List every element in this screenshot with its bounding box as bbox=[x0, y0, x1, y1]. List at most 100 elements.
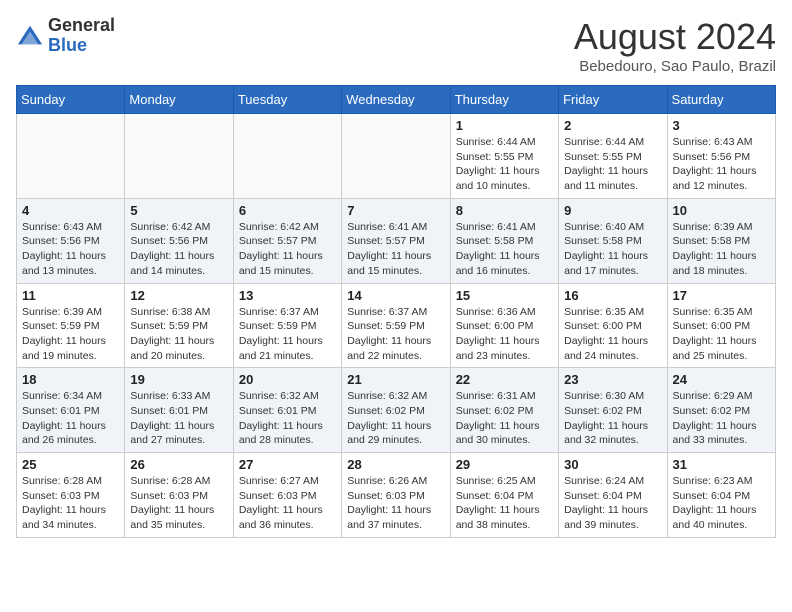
header-tuesday: Tuesday bbox=[233, 86, 341, 114]
calendar-cell: 11Sunrise: 6:39 AM Sunset: 5:59 PM Dayli… bbox=[17, 283, 125, 368]
cell-text: Sunrise: 6:25 AM Sunset: 6:04 PM Dayligh… bbox=[456, 474, 553, 533]
calendar-cell: 9 Sunrise: 6:40 AM Sunset: 5:58 PM Daylig… bbox=[559, 198, 667, 283]
calendar-cell: 25 Sunrise: 6:28 AM Sunset: 6:03 PM Dayli… bbox=[17, 453, 125, 538]
day-number: 17 bbox=[673, 288, 770, 303]
day-number: 22 bbox=[456, 372, 553, 387]
day-number: 4 bbox=[22, 203, 119, 218]
calendar-week-row: 4 Sunrise: 6:43 AM Sunset: 5:56 PM Daylig… bbox=[17, 198, 776, 283]
logo-general: General bbox=[48, 16, 115, 36]
cell-text: Sunrise: 6:43 AM Sunset: 5:56 PM Dayligh… bbox=[22, 220, 119, 279]
day-number: 1 bbox=[456, 118, 553, 133]
calendar-cell: 30 Sunrise: 6:24 AM Sunset: 6:04 PM Dayli… bbox=[559, 453, 667, 538]
calendar-cell: 26 Sunrise: 6:28 AM Sunset: 6:03 PM Dayli… bbox=[125, 453, 233, 538]
calendar-cell: 29 Sunrise: 6:25 AM Sunset: 6:04 PM Dayli… bbox=[450, 453, 558, 538]
calendar-cell: 8Sunrise: 6:41 AM Sunset: 5:58 PM Daylig… bbox=[450, 198, 558, 283]
calendar-cell: 16 Sunrise: 6:35 AM Sunset: 6:00 PM Dayli… bbox=[559, 283, 667, 368]
cell-text: Sunrise: 6:32 AM Sunset: 6:01 PM Dayligh… bbox=[239, 389, 336, 448]
cell-text: Sunrise: 6:44 AM Sunset: 5:55 PM Dayligh… bbox=[456, 135, 553, 194]
cell-text: Sunrise: 6:43 AM Sunset: 5:56 PM Dayligh… bbox=[673, 135, 770, 194]
calendar-cell: 17 Sunrise: 6:35 AM Sunset: 6:00 PM Dayli… bbox=[667, 283, 775, 368]
calendar-week-row: 18 Sunrise: 6:34 AM Sunset: 6:01 PM Dayli… bbox=[17, 368, 776, 453]
calendar-header-row: SundayMondayTuesdayWednesdayThursdayFrid… bbox=[17, 86, 776, 114]
header-thursday: Thursday bbox=[450, 86, 558, 114]
logo-blue-text: Blue bbox=[48, 36, 115, 56]
calendar-cell: 6Sunrise: 6:42 AM Sunset: 5:57 PM Daylig… bbox=[233, 198, 341, 283]
cell-text: Sunrise: 6:33 AM Sunset: 6:01 PM Dayligh… bbox=[130, 389, 227, 448]
day-number: 14 bbox=[347, 288, 444, 303]
cell-text: Sunrise: 6:44 AM Sunset: 5:55 PM Dayligh… bbox=[564, 135, 661, 194]
calendar-cell: 2 Sunrise: 6:44 AM Sunset: 5:55 PM Daylig… bbox=[559, 114, 667, 199]
day-number: 25 bbox=[22, 457, 119, 472]
cell-text: Sunrise: 6:37 AM Sunset: 5:59 PM Dayligh… bbox=[347, 305, 444, 364]
day-number: 2 bbox=[564, 118, 661, 133]
calendar-cell: 19 Sunrise: 6:33 AM Sunset: 6:01 PM Dayli… bbox=[125, 368, 233, 453]
calendar-cell: 21 Sunrise: 6:32 AM Sunset: 6:02 PM Dayli… bbox=[342, 368, 450, 453]
cell-text: Sunrise: 6:34 AM Sunset: 6:01 PM Dayligh… bbox=[22, 389, 119, 448]
day-number: 10 bbox=[673, 203, 770, 218]
cell-text: Sunrise: 6:39 AM Sunset: 5:58 PM Dayligh… bbox=[673, 220, 770, 279]
header-saturday: Saturday bbox=[667, 86, 775, 114]
day-number: 21 bbox=[347, 372, 444, 387]
cell-text: Sunrise: 6:26 AM Sunset: 6:03 PM Dayligh… bbox=[347, 474, 444, 533]
day-number: 30 bbox=[564, 457, 661, 472]
calendar-cell: 15 Sunrise: 6:36 AM Sunset: 6:00 PM Dayli… bbox=[450, 283, 558, 368]
calendar-cell: 24Sunrise: 6:29 AM Sunset: 6:02 PM Dayli… bbox=[667, 368, 775, 453]
day-number: 24 bbox=[673, 372, 770, 387]
cell-text: Sunrise: 6:40 AM Sunset: 5:58 PM Dayligh… bbox=[564, 220, 661, 279]
day-number: 18 bbox=[22, 372, 119, 387]
cell-text: Sunrise: 6:32 AM Sunset: 6:02 PM Dayligh… bbox=[347, 389, 444, 448]
cell-text: Sunrise: 6:36 AM Sunset: 6:00 PM Dayligh… bbox=[456, 305, 553, 364]
header-wednesday: Wednesday bbox=[342, 86, 450, 114]
title-block: August 2024 Bebedouro, Sao Paulo, Brazil bbox=[574, 16, 776, 75]
day-number: 8 bbox=[456, 203, 553, 218]
calendar-week-row: 11Sunrise: 6:39 AM Sunset: 5:59 PM Dayli… bbox=[17, 283, 776, 368]
page-header: General Blue August 2024 Bebedouro, Sao … bbox=[16, 16, 776, 75]
day-number: 3 bbox=[673, 118, 770, 133]
day-number: 12 bbox=[130, 288, 227, 303]
calendar-cell bbox=[342, 114, 450, 199]
calendar-cell: 13 Sunrise: 6:37 AM Sunset: 5:59 PM Dayli… bbox=[233, 283, 341, 368]
day-number: 9 bbox=[564, 203, 661, 218]
day-number: 26 bbox=[130, 457, 227, 472]
day-number: 13 bbox=[239, 288, 336, 303]
day-number: 29 bbox=[456, 457, 553, 472]
day-number: 15 bbox=[456, 288, 553, 303]
day-number: 16 bbox=[564, 288, 661, 303]
calendar-cell: 10 Sunrise: 6:39 AM Sunset: 5:58 PM Dayli… bbox=[667, 198, 775, 283]
calendar-week-row: 25 Sunrise: 6:28 AM Sunset: 6:03 PM Dayli… bbox=[17, 453, 776, 538]
cell-text: Sunrise: 6:39 AM Sunset: 5:59 PM Dayligh… bbox=[22, 305, 119, 364]
cell-text: Sunrise: 6:41 AM Sunset: 5:57 PM Dayligh… bbox=[347, 220, 444, 279]
cell-text: Sunrise: 6:24 AM Sunset: 6:04 PM Dayligh… bbox=[564, 474, 661, 533]
calendar-cell: 31Sunrise: 6:23 AM Sunset: 6:04 PM Dayli… bbox=[667, 453, 775, 538]
day-number: 19 bbox=[130, 372, 227, 387]
calendar-cell: 20 Sunrise: 6:32 AM Sunset: 6:01 PM Dayli… bbox=[233, 368, 341, 453]
calendar-cell: 22 Sunrise: 6:31 AM Sunset: 6:02 PM Dayli… bbox=[450, 368, 558, 453]
day-number: 23 bbox=[564, 372, 661, 387]
header-friday: Friday bbox=[559, 86, 667, 114]
calendar-cell bbox=[125, 114, 233, 199]
day-number: 7 bbox=[347, 203, 444, 218]
month-year: August 2024 bbox=[574, 16, 776, 58]
day-number: 28 bbox=[347, 457, 444, 472]
calendar-cell bbox=[17, 114, 125, 199]
calendar-cell: 28 Sunrise: 6:26 AM Sunset: 6:03 PM Dayli… bbox=[342, 453, 450, 538]
calendar-cell: 5Sunrise: 6:42 AM Sunset: 5:56 PM Daylig… bbox=[125, 198, 233, 283]
cell-text: Sunrise: 6:37 AM Sunset: 5:59 PM Dayligh… bbox=[239, 305, 336, 364]
header-monday: Monday bbox=[125, 86, 233, 114]
calendar-table: SundayMondayTuesdayWednesdayThursdayFrid… bbox=[16, 85, 776, 538]
cell-text: Sunrise: 6:35 AM Sunset: 6:00 PM Dayligh… bbox=[564, 305, 661, 364]
cell-text: Sunrise: 6:28 AM Sunset: 6:03 PM Dayligh… bbox=[22, 474, 119, 533]
calendar-cell: 4 Sunrise: 6:43 AM Sunset: 5:56 PM Daylig… bbox=[17, 198, 125, 283]
logo-icon bbox=[16, 22, 44, 50]
calendar-cell: 3 Sunrise: 6:43 AM Sunset: 5:56 PM Daylig… bbox=[667, 114, 775, 199]
calendar-cell: 7 Sunrise: 6:41 AM Sunset: 5:57 PM Daylig… bbox=[342, 198, 450, 283]
cell-text: Sunrise: 6:28 AM Sunset: 6:03 PM Dayligh… bbox=[130, 474, 227, 533]
calendar-week-row: 1 Sunrise: 6:44 AM Sunset: 5:55 PM Daylig… bbox=[17, 114, 776, 199]
calendar-cell: 18 Sunrise: 6:34 AM Sunset: 6:01 PM Dayli… bbox=[17, 368, 125, 453]
day-number: 27 bbox=[239, 457, 336, 472]
cell-text: Sunrise: 6:35 AM Sunset: 6:00 PM Dayligh… bbox=[673, 305, 770, 364]
calendar-cell: 1 Sunrise: 6:44 AM Sunset: 5:55 PM Daylig… bbox=[450, 114, 558, 199]
day-number: 20 bbox=[239, 372, 336, 387]
cell-text: Sunrise: 6:31 AM Sunset: 6:02 PM Dayligh… bbox=[456, 389, 553, 448]
logo: General Blue bbox=[16, 16, 115, 56]
